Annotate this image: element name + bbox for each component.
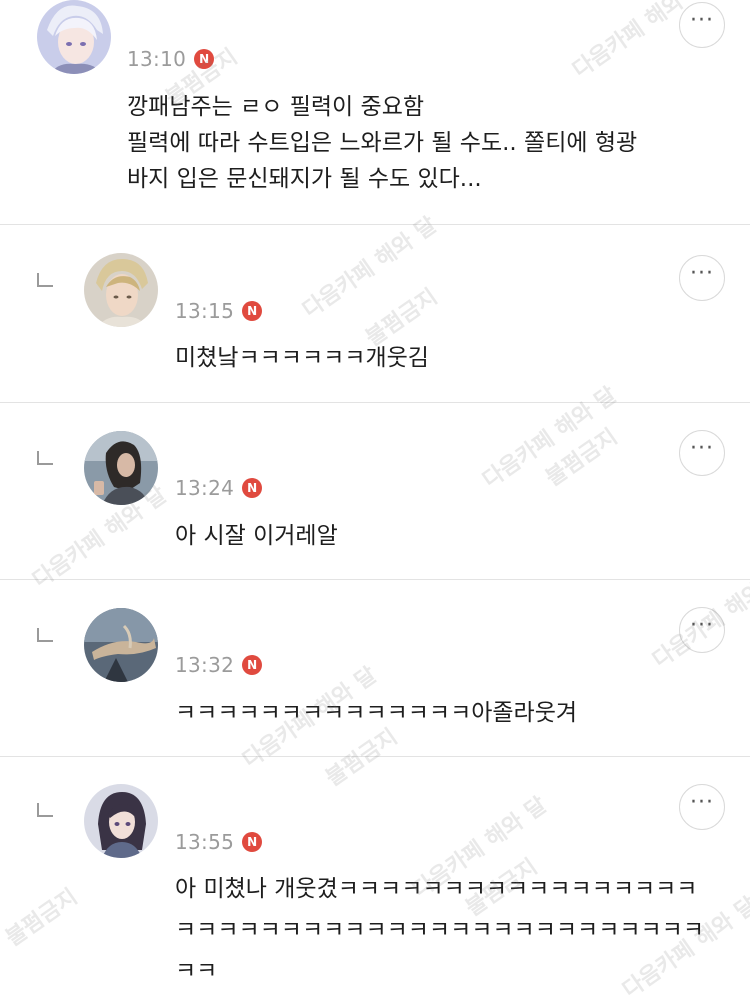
reply-item: 13:55 N ··· 아 미쳤나 개웃겼ㅋㅋㅋㅋㅋㅋㅋㅋㅋㅋㅋㅋㅋㅋㅋㅋㅋ ㅋ… — [0, 757, 750, 1001]
new-badge: N — [242, 478, 263, 498]
more-icon: ··· — [690, 261, 714, 286]
reply-arrow-icon — [37, 451, 53, 465]
avatar[interactable] — [37, 0, 111, 74]
new-badge: N — [242, 301, 263, 321]
comment-text: ㅋㅋㅋㅋㅋㅋㅋㅋㅋㅋㅋㅋㅋㅋ아졸라웃겨 — [175, 700, 578, 726]
more-options-button[interactable]: ··· — [679, 607, 725, 653]
more-icon: ··· — [690, 790, 714, 815]
comment-item: 13:10 N ··· 깡패남주는 ㄹㅇ 필력이 중요함 필력에 따라 수트입은… — [0, 0, 750, 225]
more-icon: ··· — [690, 613, 714, 638]
more-options-button[interactable]: ··· — [679, 2, 725, 48]
comment-text: 아 미쳤나 개웃겼ㅋㅋㅋㅋㅋㅋㅋㅋㅋㅋㅋㅋㅋㅋㅋㅋㅋ ㅋㅋㅋㅋㅋㅋㅋㅋㅋㅋㅋㅋㅋ… — [175, 876, 705, 984]
more-icon: ··· — [690, 436, 714, 461]
reply-arrow-icon — [37, 273, 53, 287]
reply-item: 13:15 N ··· 미쳤낰ㅋㅋㅋㅋㅋㅋ개웃김 — [0, 225, 750, 403]
comment-text: 깡패남주는 ㄹㅇ 필력이 중요함 필력에 따라 수트입은 느와르가 될 수도..… — [127, 94, 638, 192]
comment-time: 13:15 — [175, 299, 235, 323]
comment-time: 13:10 — [127, 47, 187, 71]
reply-item: 13:24 N ··· 아 시잘 이거레알 — [0, 403, 750, 580]
more-options-button[interactable]: ··· — [679, 430, 725, 476]
new-badge: N — [194, 49, 215, 69]
more-options-button[interactable]: ··· — [679, 255, 725, 301]
avatar[interactable] — [84, 431, 158, 505]
reply-item: 13:32 N ··· ㅋㅋㅋㅋㅋㅋㅋㅋㅋㅋㅋㅋㅋㅋ아졸라웃겨 — [0, 580, 750, 757]
new-badge: N — [242, 655, 263, 675]
comment-time: 13:55 — [175, 830, 235, 854]
new-badge: N — [242, 832, 263, 852]
more-icon: ··· — [690, 8, 714, 33]
comment-time: 13:24 — [175, 476, 235, 500]
avatar[interactable] — [84, 253, 158, 327]
avatar[interactable] — [84, 784, 158, 858]
more-options-button[interactable]: ··· — [679, 784, 725, 830]
comment-text: 미쳤낰ㅋㅋㅋㅋㅋㅋ개웃김 — [175, 345, 429, 371]
reply-arrow-icon — [37, 628, 53, 642]
reply-arrow-icon — [37, 803, 53, 817]
comment-text: 아 시잘 이거레알 — [175, 523, 338, 549]
comment-time: 13:32 — [175, 653, 235, 677]
avatar[interactable] — [84, 608, 158, 682]
